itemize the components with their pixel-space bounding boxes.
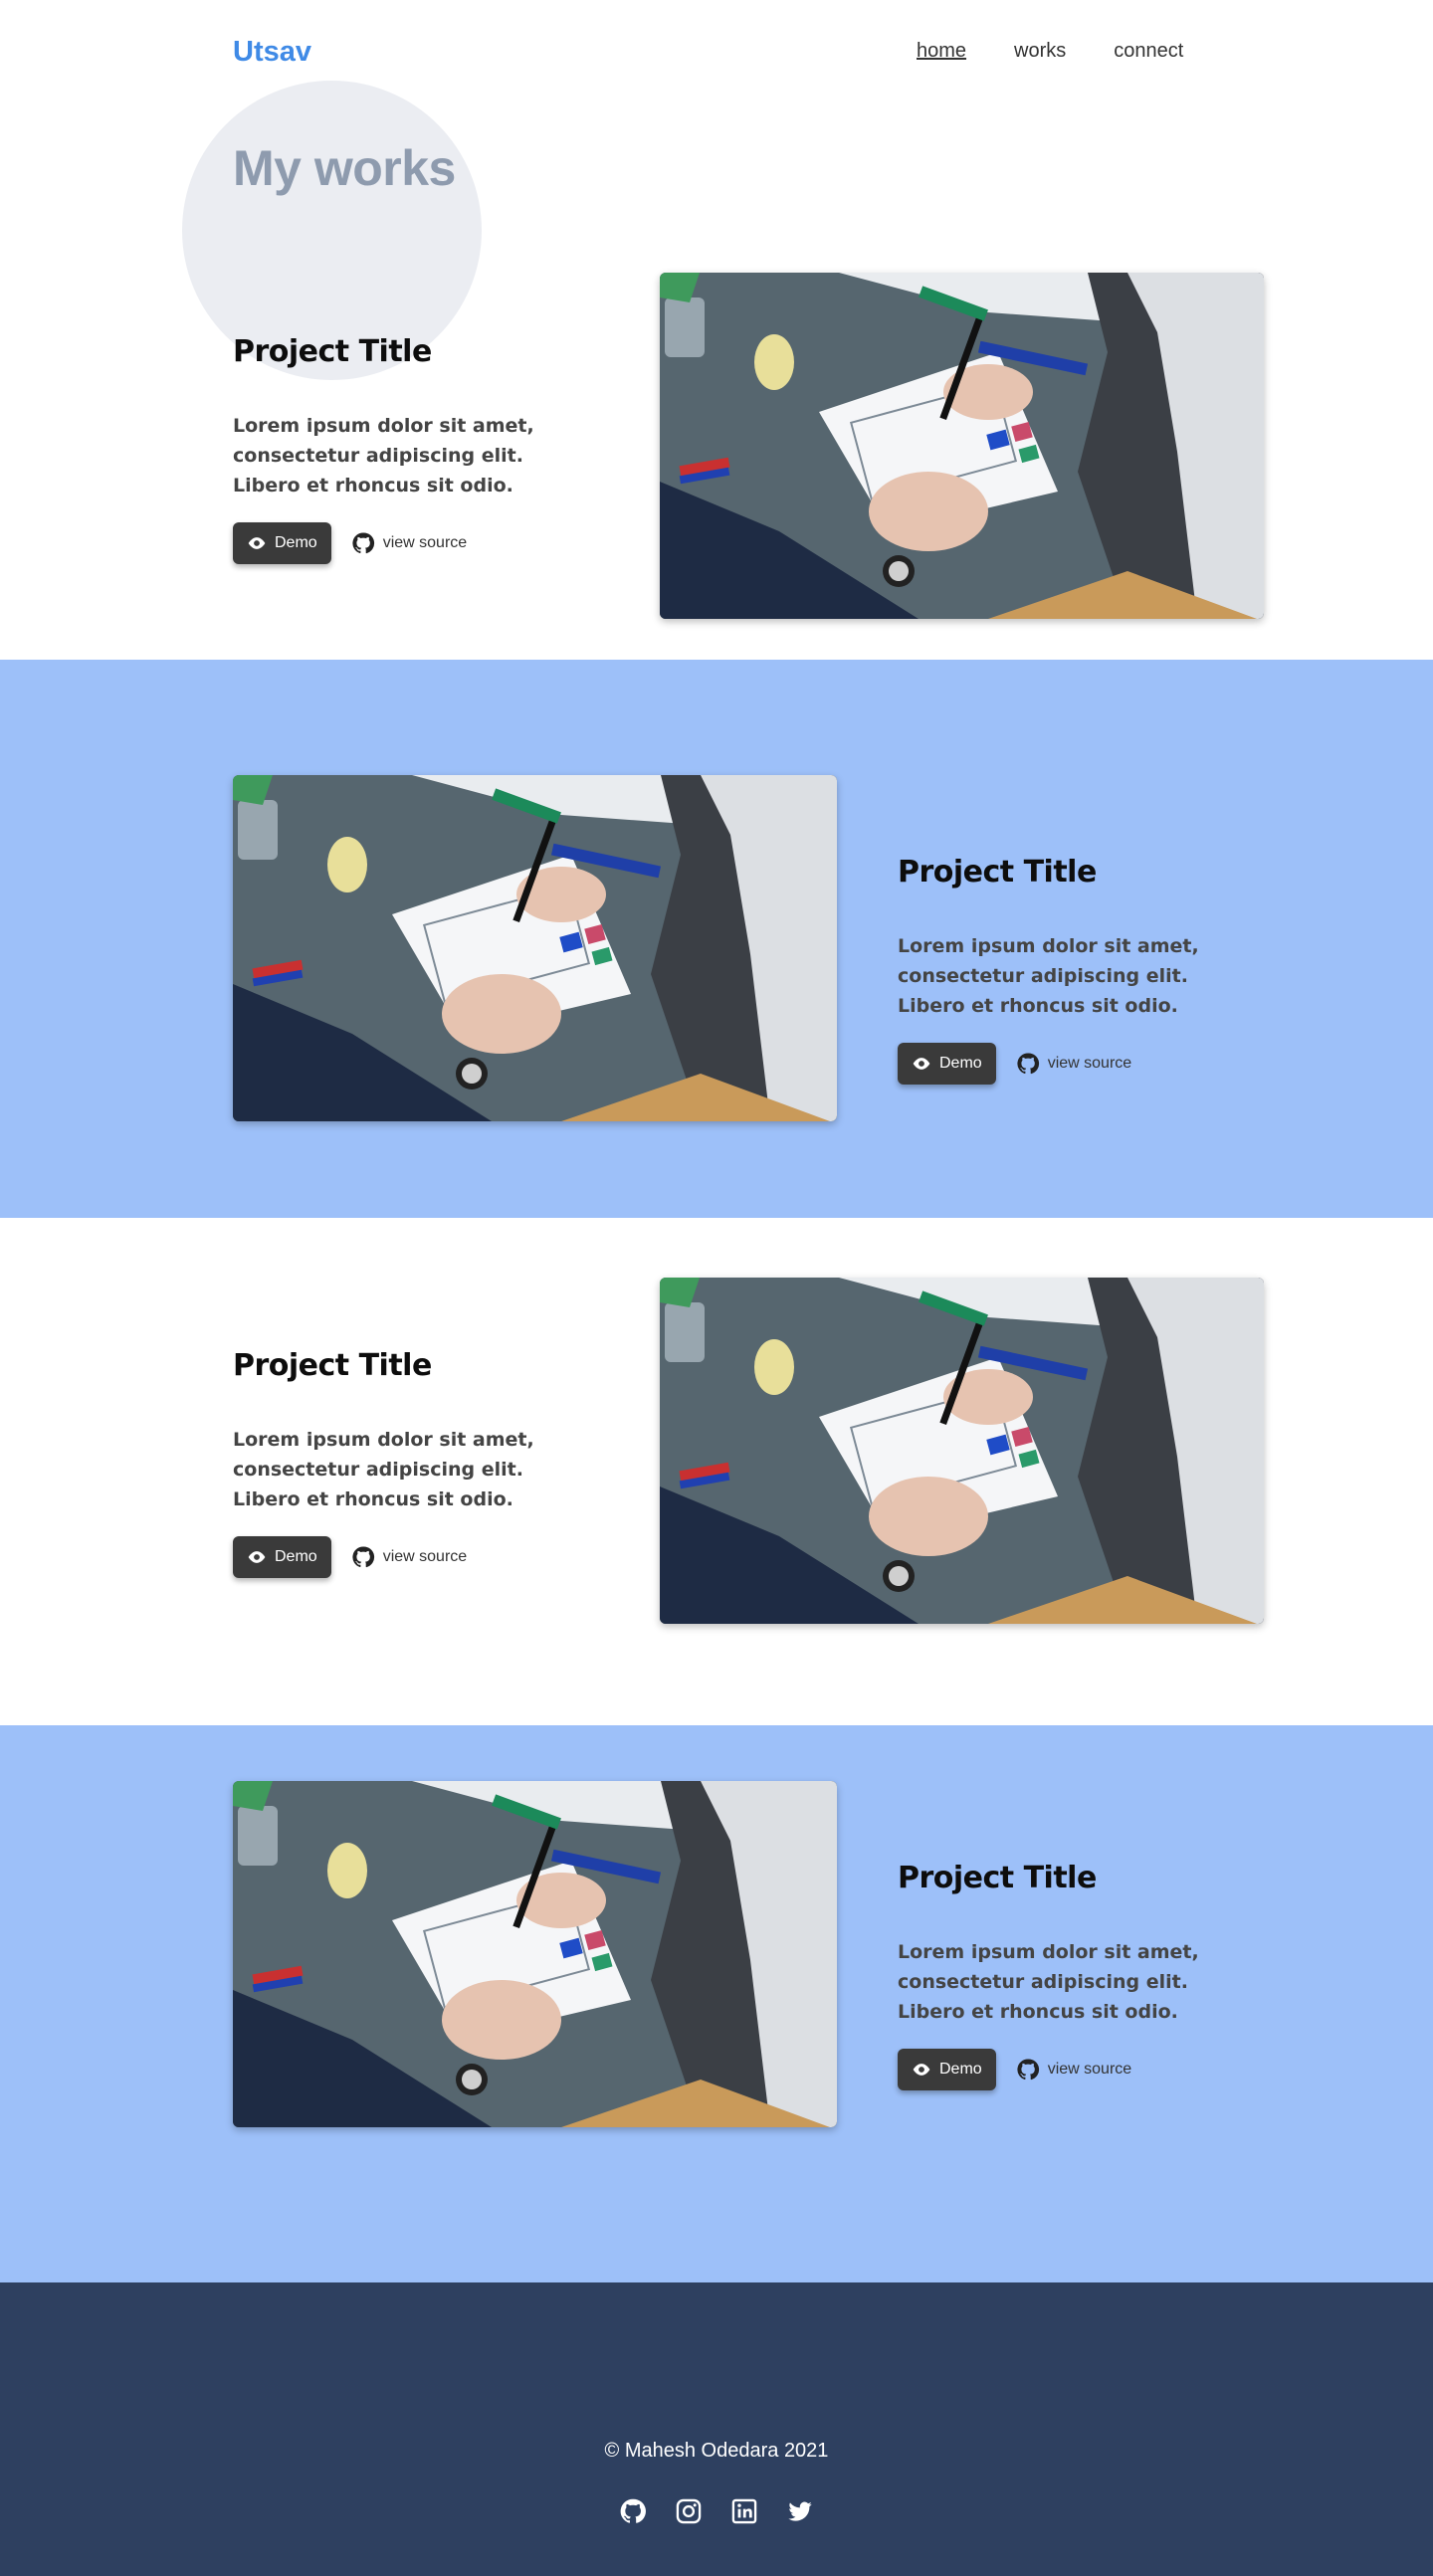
project-text: Project Title Lorem ipsum dolor sit amet… [233,334,591,564]
view-source-link[interactable]: view source [1016,1052,1131,1076]
project-actions: Demo view source [898,2049,1256,2090]
project-image [660,1278,1264,1624]
project-description: Lorem ipsum dolor sit amet, consectetur … [898,1941,1199,2023]
copyright-text: © Mahesh Odedara 2021 [604,2440,829,2462]
project-text: Project Title Lorem ipsum dolor sit amet… [898,1861,1256,2090]
github-icon [1016,2058,1040,2081]
view-source-label: view source [382,534,468,551]
github-icon [351,531,375,555]
project-section-1: Project Title Lorem ipsum dolor sit amet… [0,0,1433,660]
project-image [233,775,837,1121]
project-text: Project Title Lorem ipsum dolor sit amet… [898,855,1256,1085]
eye-icon [912,1054,931,1074]
project-image [233,1781,837,2127]
eye-icon [912,2060,931,2080]
project-description: Lorem ipsum dolor sit amet, consectetur … [898,935,1199,1017]
github-icon [351,1545,375,1569]
project-description: Lorem ipsum dolor sit amet, consectetur … [233,415,534,496]
footer: © Mahesh Odedara 2021 [0,2282,1433,2576]
project-title: Project Title [898,855,1097,890]
demo-button[interactable]: Demo [898,2049,996,2090]
project-image [660,273,1264,619]
eye-icon [247,1547,267,1567]
social-links [0,2497,1433,2525]
view-source-label: view source [382,1548,468,1565]
demo-button[interactable]: Demo [233,1536,331,1578]
demo-label: Demo [939,2061,982,2078]
project-title: Project Title [233,334,432,369]
github-icon[interactable] [619,2497,647,2525]
view-source-link[interactable]: view source [351,1545,467,1569]
project-section-3: Project Title Lorem ipsum dolor sit amet… [0,1218,1433,1725]
eye-icon [247,533,267,553]
view-source-label: view source [1047,2061,1132,2078]
twitter-icon[interactable] [786,2497,814,2525]
view-source-link[interactable]: view source [1016,2058,1131,2081]
project-description: Lorem ipsum dolor sit amet, consectetur … [233,1429,534,1510]
view-source-label: view source [1047,1055,1132,1072]
project-actions: Demo view source [898,1043,1256,1085]
project-section-4: Project Title Lorem ipsum dolor sit amet… [0,1725,1433,2282]
project-title: Project Title [898,1861,1097,1895]
view-source-link[interactable]: view source [351,531,467,555]
demo-button[interactable]: Demo [233,522,331,564]
project-section-2: Project Title Lorem ipsum dolor sit amet… [0,660,1433,1218]
project-text: Project Title Lorem ipsum dolor sit amet… [233,1348,591,1578]
project-title: Project Title [233,1348,432,1383]
linkedin-icon[interactable] [730,2497,758,2525]
github-icon [1016,1052,1040,1076]
project-actions: Demo view source [233,1536,591,1578]
demo-label: Demo [275,534,317,551]
demo-label: Demo [939,1055,982,1072]
instagram-icon[interactable] [675,2497,703,2525]
demo-label: Demo [275,1548,317,1565]
demo-button[interactable]: Demo [898,1043,996,1085]
project-actions: Demo view source [233,522,591,564]
